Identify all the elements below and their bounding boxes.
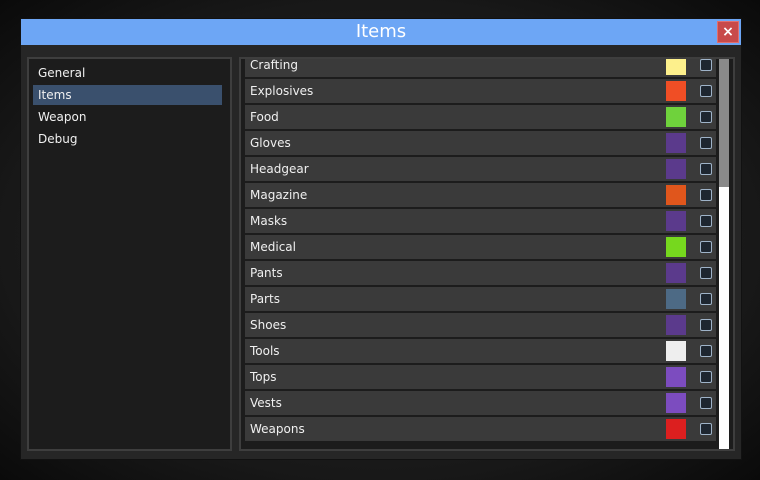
category-list: Crafting Explosives Food Gloves Headgear… [239,57,735,451]
category-label: Gloves [250,136,291,150]
items-window: Items × General Items Weapon Debug Craft… [21,19,741,459]
list-item[interactable]: Crafting [245,58,716,77]
category-checkbox[interactable] [700,241,712,253]
color-swatch[interactable] [666,159,686,179]
titlebar[interactable]: Items × [21,19,741,45]
color-swatch[interactable] [666,185,686,205]
category-checkbox[interactable] [700,189,712,201]
color-swatch[interactable] [666,211,686,231]
list-item[interactable]: Parts [245,287,716,311]
category-label: Shoes [250,318,287,332]
category-checkbox[interactable] [700,163,712,175]
color-swatch[interactable] [666,393,686,413]
category-label: Pants [250,266,283,280]
list-item[interactable]: Masks [245,209,716,233]
category-checkbox[interactable] [700,345,712,357]
list-item[interactable]: Weapons [245,417,716,441]
category-checkbox[interactable] [700,137,712,149]
category-label: Crafting [250,58,298,72]
scrollbar-track[interactable] [719,59,729,449]
category-checkbox[interactable] [700,371,712,383]
list-item[interactable]: Explosives [245,79,716,103]
sidebar-item-debug[interactable]: Debug [33,129,222,149]
category-label: Masks [250,214,288,228]
list-item[interactable]: Gloves [245,131,716,155]
category-label: Weapons [250,422,305,436]
list-item[interactable]: Headgear [245,157,716,181]
window-title: Items [355,21,407,42]
sidebar-item-general[interactable]: General [33,63,222,83]
list-item[interactable]: Pants [245,261,716,285]
category-checkbox[interactable] [700,423,712,435]
color-swatch[interactable] [666,341,686,361]
color-swatch[interactable] [666,367,686,387]
category-label: Food [250,110,279,124]
category-label: Vests [250,396,282,410]
list-item[interactable]: Tops [245,365,716,389]
category-label: Headgear [250,162,309,176]
category-checkbox[interactable] [700,59,712,71]
category-checkbox[interactable] [700,293,712,305]
category-label: Tools [250,344,280,358]
color-swatch[interactable] [666,315,686,335]
sidebar-item-weapon[interactable]: Weapon [33,107,222,127]
category-label: Medical [250,240,296,254]
list-item[interactable]: Vests [245,391,716,415]
scrollbar-thumb[interactable] [719,59,729,187]
category-checkbox[interactable] [700,397,712,409]
close-button[interactable]: × [717,21,739,43]
list-item[interactable]: Magazine [245,183,716,207]
category-checkbox[interactable] [700,111,712,123]
sidebar: General Items Weapon Debug [27,57,232,451]
color-swatch[interactable] [666,133,686,153]
list-item[interactable]: Food [245,105,716,129]
category-checkbox[interactable] [700,215,712,227]
list-item[interactable]: Medical [245,235,716,259]
color-swatch[interactable] [666,289,686,309]
color-swatch[interactable] [666,81,686,101]
category-label: Parts [250,292,280,306]
category-label: Tops [250,370,277,384]
category-label: Explosives [250,84,314,98]
color-swatch[interactable] [666,263,686,283]
category-checkbox[interactable] [700,319,712,331]
color-swatch[interactable] [666,419,686,439]
color-swatch[interactable] [666,237,686,257]
color-swatch[interactable] [666,59,686,75]
category-checkbox[interactable] [700,85,712,97]
list-item[interactable]: Shoes [245,313,716,337]
color-swatch[interactable] [666,107,686,127]
list-item[interactable]: Tools [245,339,716,363]
category-label: Magazine [250,188,308,202]
sidebar-item-items[interactable]: Items [33,85,222,105]
category-checkbox[interactable] [700,267,712,279]
